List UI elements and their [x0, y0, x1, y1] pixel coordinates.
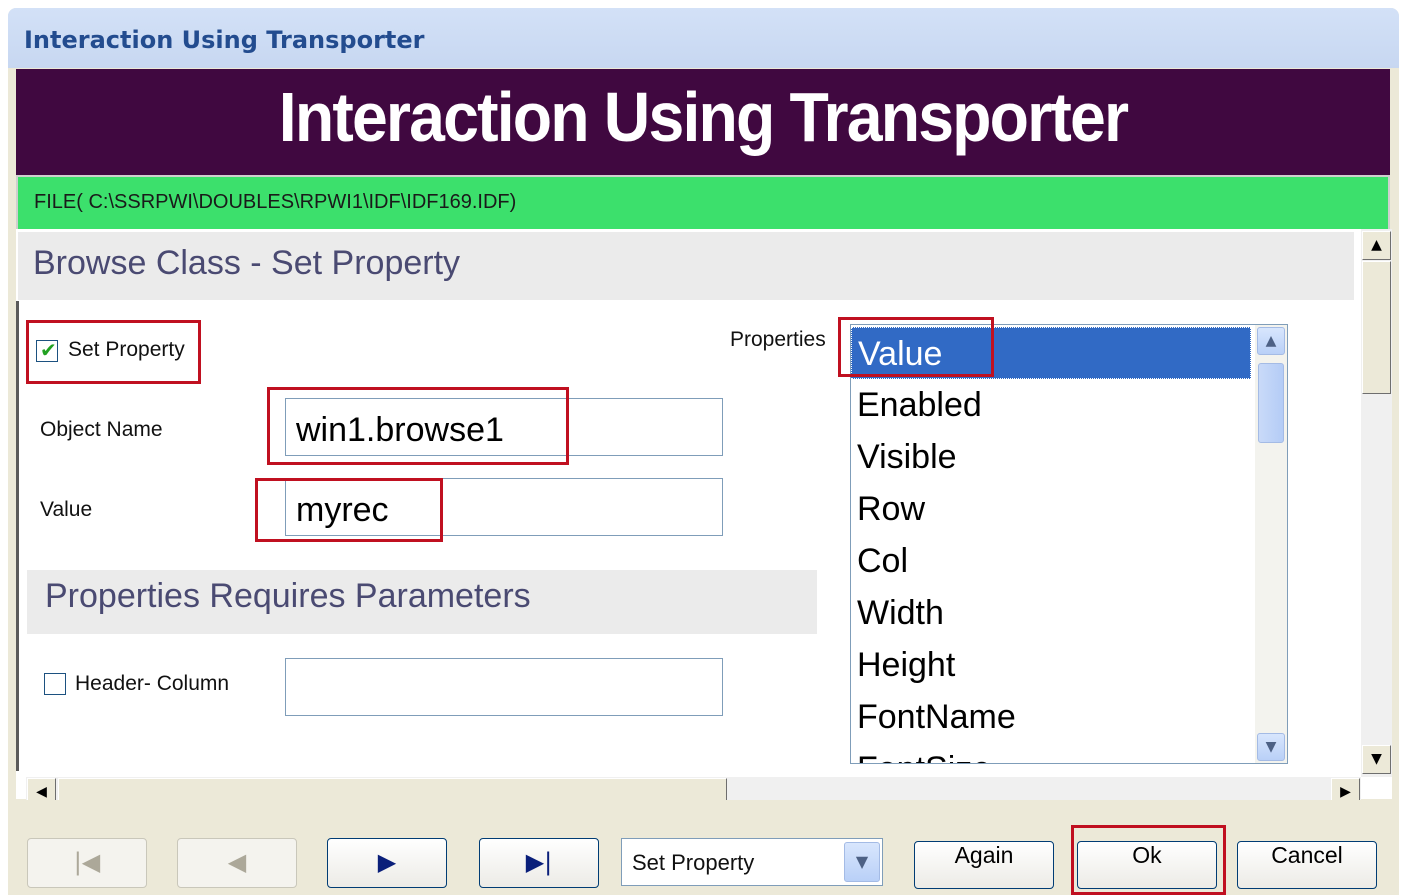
next-record-button[interactable]: ▶ — [327, 838, 447, 888]
window-title: Interaction Using Transporter — [24, 26, 425, 54]
properties-listbox[interactable]: Value Enabled Visible Row Col Width Heig… — [850, 324, 1288, 764]
property-item-visible[interactable]: Visible — [851, 431, 1251, 483]
file-path: FILE( C:\SSRPWI\DOUBLES\RPWI1\IDF\IDF169… — [34, 191, 517, 213]
property-item-row[interactable]: Row — [851, 483, 1251, 535]
section-title: Browse Class - Set Property — [33, 244, 461, 282]
title-bar[interactable]: Interaction Using Transporter — [8, 8, 1399, 68]
main-panel: Browse Class - Set Property ✔ Set Proper… — [16, 229, 1392, 807]
section-header: Browse Class - Set Property — [18, 232, 1354, 300]
scroll-down-icon[interactable]: ▼ — [1257, 733, 1285, 761]
app-window: Interaction Using Transporter Interactio… — [8, 8, 1399, 895]
properties-label: Properties — [730, 328, 826, 351]
scroll-up-icon[interactable]: ▲ — [1257, 327, 1285, 355]
left-border — [16, 301, 19, 771]
again-button[interactable]: Again — [914, 841, 1054, 889]
banner-title: Interaction Using Transporter — [278, 78, 1129, 156]
next-record-icon: ▶ — [377, 848, 397, 876]
properties-scrollbar[interactable]: ▲ ▼ — [1255, 325, 1287, 763]
first-record-icon: |◀ — [73, 848, 101, 876]
value-value: myrec — [296, 491, 389, 529]
chevron-down-icon[interactable]: ▼ — [844, 842, 880, 882]
property-item-col[interactable]: Col — [851, 535, 1251, 587]
previous-record-button[interactable]: ◀ — [177, 838, 297, 888]
file-path-bar: FILE( C:\SSRPWI\DOUBLES\RPWI1\IDF\IDF169… — [16, 175, 1390, 231]
value-input[interactable]: myrec — [285, 478, 723, 536]
action-select-value: Set Property — [632, 850, 755, 875]
checkmark-icon: ✔ — [40, 338, 57, 362]
property-item-width[interactable]: Width — [851, 587, 1251, 639]
object-name-label: Object Name — [40, 418, 163, 441]
header-column-label[interactable]: Header- Column — [75, 672, 229, 696]
params-title: Properties Requires Parameters — [45, 577, 531, 615]
object-name-value: win1.browse1 — [296, 411, 504, 449]
last-record-icon: ▶| — [525, 848, 553, 876]
panel-vertical-scrollbar[interactable]: ▲ ▼ — [1361, 229, 1392, 777]
first-record-button[interactable]: |◀ — [27, 838, 147, 888]
panel-scroll-down-icon[interactable]: ▼ — [1362, 745, 1391, 774]
properties-scroll-thumb[interactable] — [1258, 363, 1284, 443]
set-property-checkbox[interactable]: ✔ — [36, 338, 58, 362]
property-item-enabled[interactable]: Enabled — [851, 379, 1251, 431]
header-column-checkbox[interactable] — [44, 673, 66, 695]
previous-record-icon: ◀ — [227, 848, 247, 876]
cancel-button[interactable]: Cancel — [1237, 841, 1377, 889]
action-select[interactable]: Set Property ▼ — [621, 838, 883, 886]
value-label: Value — [40, 498, 93, 521]
banner: Interaction Using Transporter — [16, 69, 1390, 175]
panel-scroll-up-icon[interactable]: ▲ — [1362, 231, 1391, 260]
bottom-toolbar: |◀ ◀ ▶ ▶| Set Property ▼ Again Ok Cancel — [8, 800, 1399, 895]
property-item-value[interactable]: Value — [851, 327, 1251, 379]
property-item-height[interactable]: Height — [851, 639, 1251, 691]
property-item-fontsize[interactable]: FontSize — [851, 743, 1251, 763]
object-name-input[interactable]: win1.browse1 — [285, 398, 723, 456]
set-property-label[interactable]: Set Property — [68, 338, 185, 362]
header-column-input[interactable] — [285, 658, 723, 716]
last-record-button[interactable]: ▶| — [479, 838, 599, 888]
ok-button[interactable]: Ok — [1077, 841, 1217, 889]
panel-vertical-thumb[interactable] — [1362, 261, 1391, 394]
params-header: Properties Requires Parameters — [27, 570, 817, 634]
property-item-fontname[interactable]: FontName — [851, 691, 1251, 743]
